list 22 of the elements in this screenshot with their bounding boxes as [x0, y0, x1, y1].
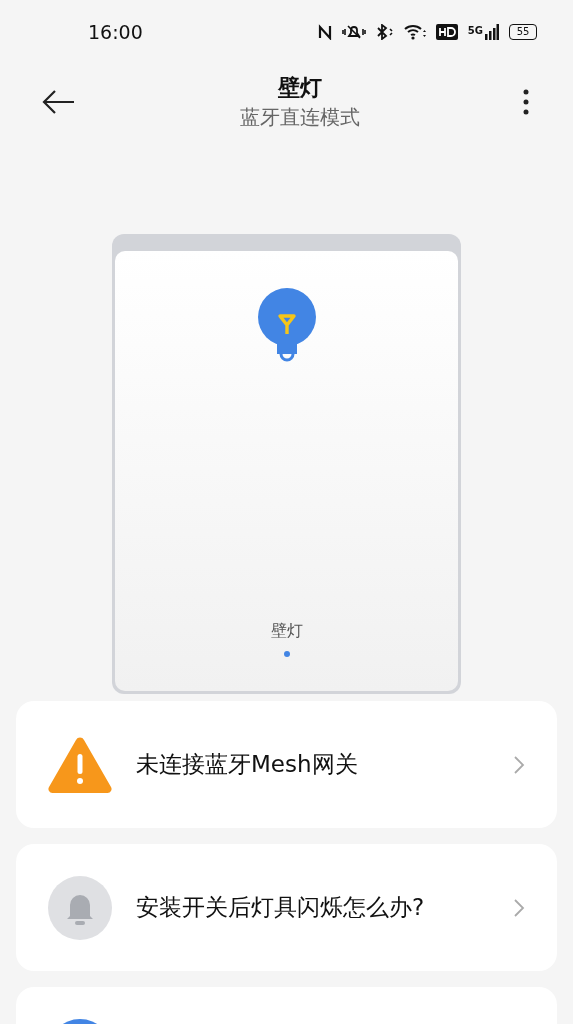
page-subtitle: 蓝牙直连模式: [239, 104, 360, 131]
chevron-right-icon: [513, 754, 525, 775]
warning-icon: [48, 736, 112, 793]
page-title: 壁灯: [277, 74, 322, 102]
card-text: 未连接蓝牙Mesh网关: [136, 750, 359, 780]
list-card[interactable]: 安装开关后灯具闪烁怎么办?: [16, 844, 557, 971]
switch-button[interactable]: 壁灯: [115, 251, 458, 691]
card-text: 安装开关后灯具闪烁怎么办?: [136, 893, 426, 923]
network-type: 5G: [467, 26, 483, 36]
bell-icon: [48, 875, 112, 940]
switch-label: 壁灯: [270, 620, 303, 642]
signal-icon: [485, 24, 499, 40]
more-icon[interactable]: [523, 89, 529, 115]
nfc-icon: [317, 24, 332, 40]
status-time: 16:00: [88, 19, 143, 45]
hd-icon: [435, 24, 458, 40]
wifi-icon: [403, 24, 426, 40]
list-card[interactable]: 未连接蓝牙Mesh网关: [16, 701, 557, 828]
mute-bell-icon: [341, 24, 366, 40]
chevron-right-icon: [513, 897, 525, 918]
bluetooth-icon: [375, 24, 394, 40]
battery-level: 55: [509, 24, 537, 40]
